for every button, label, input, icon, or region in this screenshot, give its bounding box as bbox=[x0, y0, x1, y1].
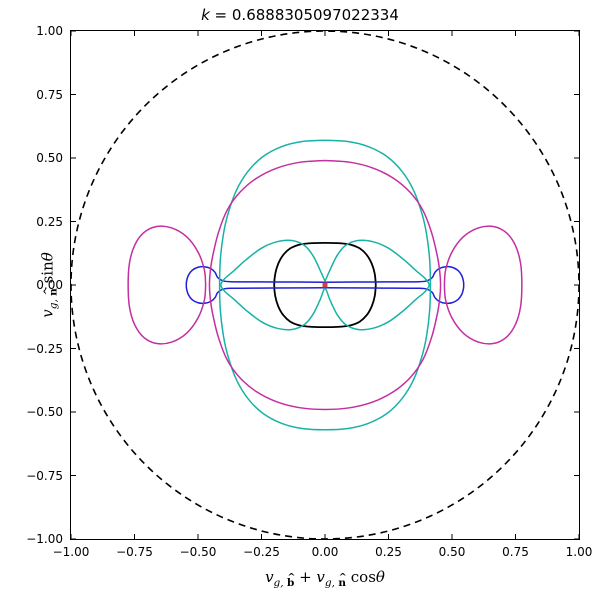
y-tick: 0.75 bbox=[36, 88, 63, 102]
x-tick: 0.75 bbox=[502, 545, 529, 559]
x-tick: −1.00 bbox=[53, 545, 90, 559]
x-tick: 0.00 bbox=[312, 545, 339, 559]
x-tick: 0.50 bbox=[439, 545, 466, 559]
x-axis-label: vg, b + vg, n cosθ bbox=[265, 568, 385, 589]
x-tick: −0.75 bbox=[116, 545, 153, 559]
x-tick: 1.00 bbox=[566, 545, 593, 559]
x-tick: 0.25 bbox=[375, 545, 402, 559]
x-tick: −0.25 bbox=[243, 545, 280, 559]
figure: k = 0.6888305097022334 −1.00−0.75−0.50−0… bbox=[0, 0, 600, 600]
y-tick: 0.50 bbox=[36, 151, 63, 165]
title-value: 0.6888305097022334 bbox=[232, 6, 399, 24]
title-eq: = bbox=[210, 6, 232, 24]
y-tick: −1.00 bbox=[26, 532, 63, 546]
y-tick: −0.25 bbox=[26, 342, 63, 356]
series-magenta-right-lobe bbox=[444, 226, 521, 344]
axes-frame: −1.00−0.75−0.50−0.250.000.250.500.751.00… bbox=[70, 30, 580, 540]
x-tick: −0.50 bbox=[180, 545, 217, 559]
y-tick: −0.50 bbox=[26, 405, 63, 419]
y-axis-label: vg, n sinθ bbox=[38, 252, 59, 318]
title-symbol: k bbox=[201, 6, 210, 24]
y-tick: 1.00 bbox=[36, 24, 63, 38]
series-center-marker bbox=[323, 283, 328, 288]
chart-title: k = 0.6888305097022334 bbox=[0, 6, 600, 24]
y-tick: −0.75 bbox=[26, 469, 63, 483]
plot-area bbox=[71, 31, 579, 539]
y-tick: 0.25 bbox=[36, 215, 63, 229]
plot-curves bbox=[71, 31, 579, 539]
series-magenta-left-lobe bbox=[128, 226, 205, 344]
